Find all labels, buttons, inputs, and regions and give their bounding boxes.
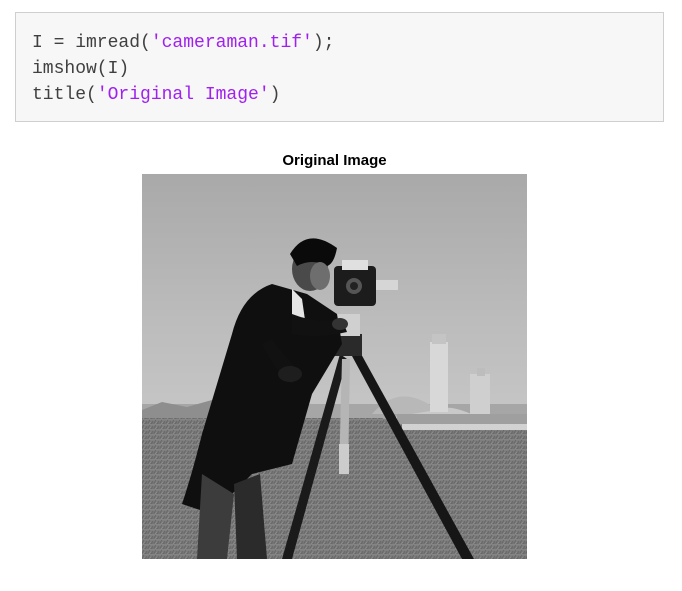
code-text: imshow(I) [32,59,130,79]
code-line-2: imshow(I) [32,56,647,82]
code-line-1: I = imread('cameraman.tif'); [32,30,647,56]
code-text: ) [269,85,281,105]
code-string: 'cameraman.tif' [150,33,313,53]
code-line-3: title('Original Image') [32,82,647,108]
code-string: 'Original Image' [96,85,270,105]
code-block: I = imread('cameraman.tif'); imshow(I) t… [15,12,664,122]
code-text: title( [32,85,97,105]
code-text: I = imread( [32,33,151,53]
cameraman-image [142,174,527,559]
figure: Original Image [142,150,527,559]
code-text: ); [312,33,335,53]
cameraman-illustration [142,174,527,559]
figure-title: Original Image [282,152,387,169]
